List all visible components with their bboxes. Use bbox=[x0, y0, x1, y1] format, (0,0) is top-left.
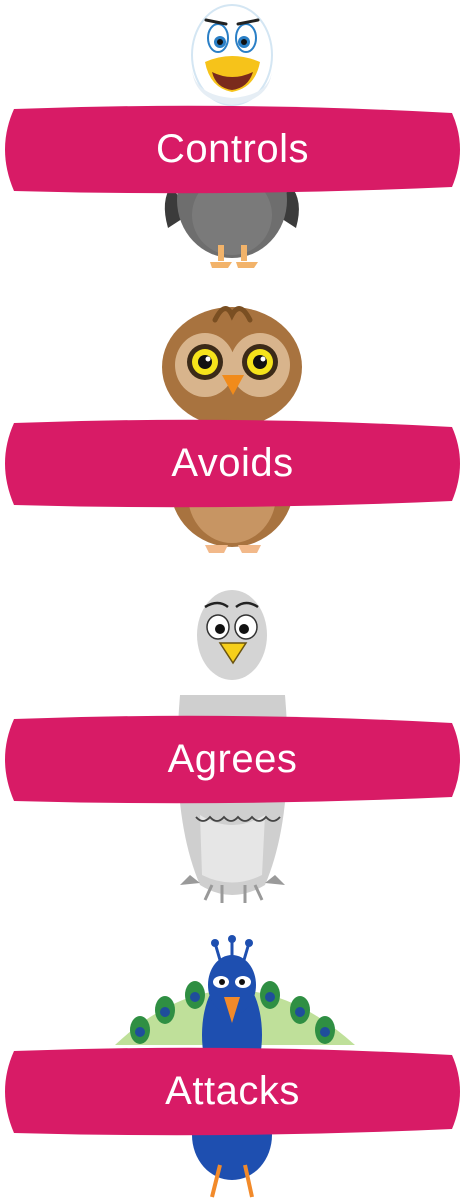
controls-label: Controls bbox=[156, 126, 309, 171]
agrees-button[interactable]: Agrees bbox=[0, 713, 465, 805]
card-agrees: Agrees bbox=[0, 585, 465, 915]
agrees-label: Agrees bbox=[167, 736, 298, 781]
card-avoids: Avoids bbox=[0, 295, 465, 560]
attacks-label: Attacks bbox=[165, 1068, 300, 1113]
controls-button[interactable]: Controls bbox=[0, 103, 465, 195]
attacks-button[interactable]: Attacks bbox=[0, 1045, 465, 1137]
card-controls: Controls bbox=[0, 0, 465, 280]
avoids-label: Avoids bbox=[171, 440, 294, 485]
avoids-button[interactable]: Avoids bbox=[0, 417, 465, 509]
card-attacks: Attacks bbox=[0, 935, 465, 1201]
